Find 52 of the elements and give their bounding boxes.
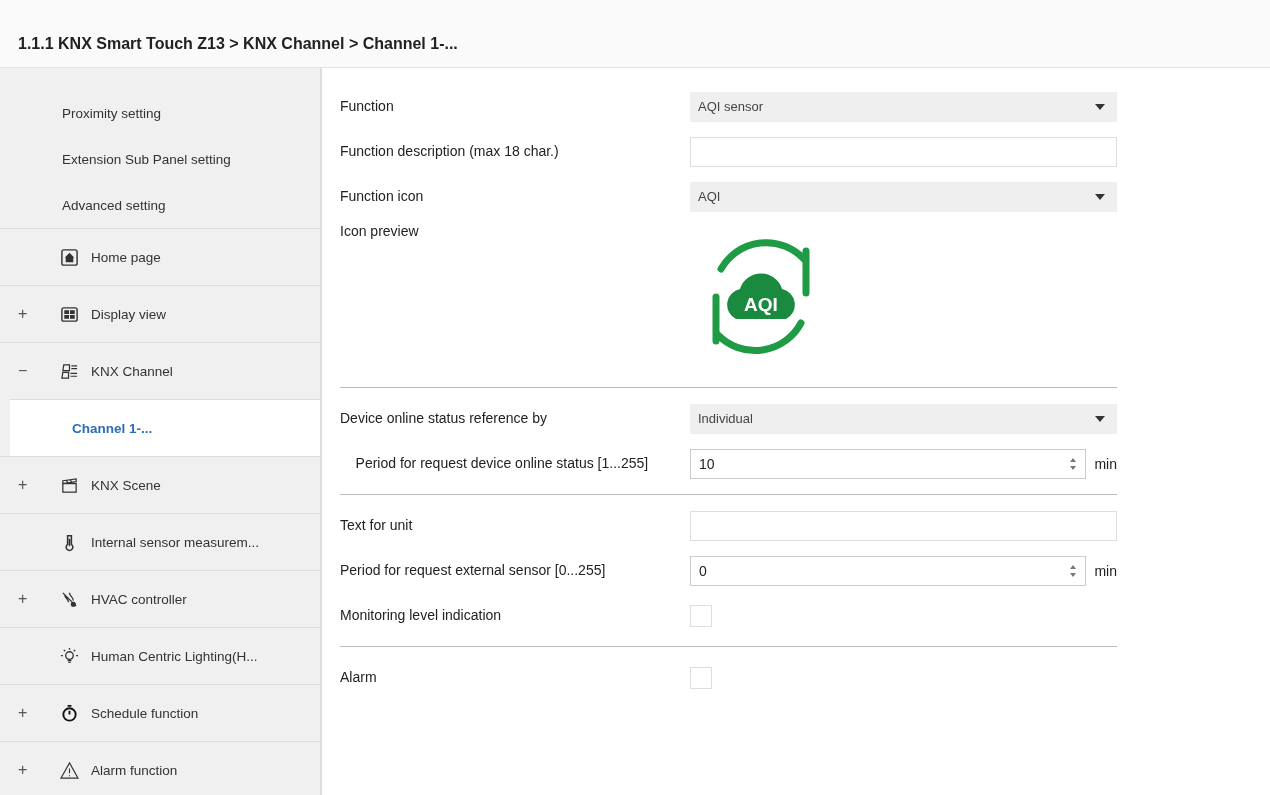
clapperboard-icon — [60, 475, 79, 495]
breadcrumb: 1.1.1 KNX Smart Touch Z13 > KNX Channel > Channel 1-... — [18, 35, 458, 53]
field-label: Monitoring level indication — [340, 606, 503, 625]
sidebar-item[interactable]: + HVAC controller — [0, 570, 320, 627]
field-label: Function description (max 18 char.) — [340, 142, 560, 161]
panel-icon — [60, 361, 79, 381]
caret-icon — [1095, 193, 1105, 200]
sidebar-item[interactable]: + KNX Scene — [0, 456, 320, 513]
caret-icon — [1095, 103, 1105, 110]
dropdown[interactable]: AQI sensor — [690, 91, 1117, 122]
expander-toggle[interactable]: + — [18, 305, 44, 323]
expander-toggle[interactable]: + — [18, 590, 44, 608]
dropdown[interactable]: AQI — [690, 181, 1117, 212]
sidebar-item[interactable]: Advanced setting — [0, 182, 320, 228]
expander-toggle[interactable]: + — [18, 476, 44, 494]
spinner-icon[interactable] — [1069, 563, 1078, 578]
sidebar-item[interactable]: + Display view — [0, 285, 320, 342]
number-field[interactable]: 0 — [690, 555, 1087, 586]
checkbox[interactable] — [690, 666, 712, 689]
field-label: Alarm — [340, 668, 378, 687]
number-field[interactable]: 10 — [690, 448, 1087, 479]
timer-icon — [60, 703, 79, 723]
field-label: Icon preview — [340, 223, 420, 241]
field-label: Text for unit — [340, 516, 414, 535]
sidebar-item[interactable]: Human Centric Lighting(H... — [0, 627, 320, 684]
unit-label: min — [1094, 455, 1117, 472]
field-label: Device online status reference by — [340, 409, 548, 428]
unit-label: min — [1094, 562, 1117, 579]
warning-icon — [60, 760, 79, 780]
expander-toggle[interactable]: + — [18, 704, 44, 722]
input-field[interactable] — [690, 510, 1117, 541]
expander-toggle[interactable]: + — [18, 761, 44, 779]
checkbox[interactable] — [690, 604, 712, 627]
field-label: Function — [340, 97, 395, 116]
sidebar-item[interactable]: + Alarm function — [0, 741, 320, 795]
sidebar-item[interactable]: Extension Sub Panel setting — [0, 136, 320, 182]
caret-icon — [1095, 415, 1105, 422]
field-label: Period for request external sensor [0...255] — [340, 561, 607, 580]
bulb-icon — [60, 646, 79, 666]
sidebar-item[interactable]: Channel 1-... — [10, 399, 320, 456]
sidebar-item[interactable]: Home page — [0, 228, 320, 285]
sidebar-item[interactable]: + Schedule function — [0, 684, 320, 741]
spinner-icon[interactable] — [1069, 456, 1078, 471]
field-label: Period for request device online status [1...255] — [354, 454, 650, 473]
sidebar-item[interactable]: Internal sensor measurem... — [0, 513, 320, 570]
field-label: Function icon — [340, 187, 425, 206]
home-icon — [60, 247, 79, 267]
sidebar-item[interactable]: Proximity setting — [0, 90, 320, 136]
input-field[interactable] — [690, 136, 1117, 167]
grid-icon — [60, 304, 79, 324]
expander-toggle[interactable]: − — [18, 362, 44, 380]
dropdown[interactable]: Individual — [690, 403, 1117, 434]
